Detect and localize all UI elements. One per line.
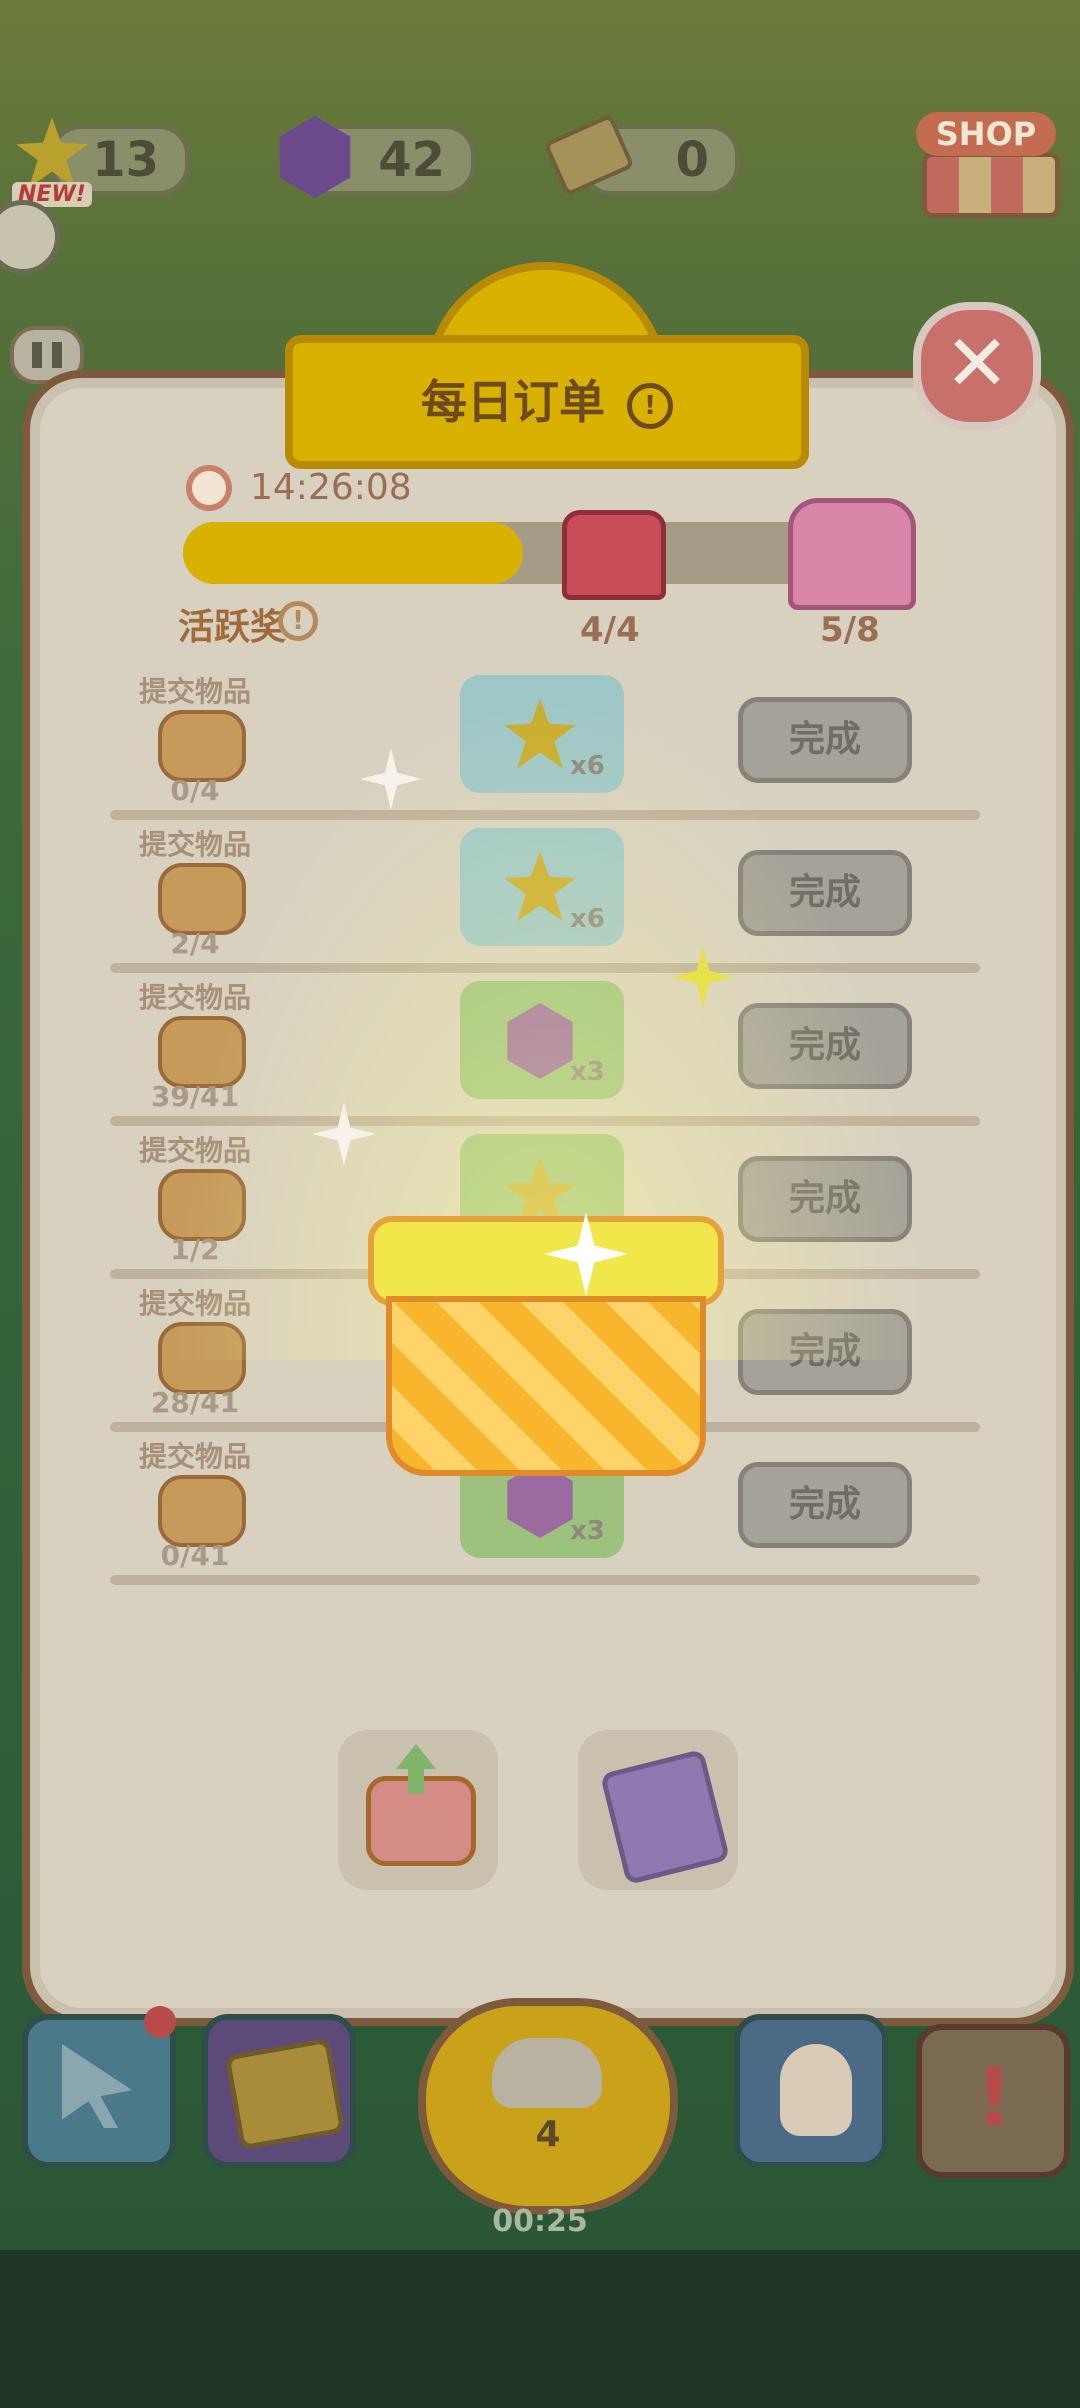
dialog-title: 每日订单: [420, 375, 605, 429]
chef-button[interactable]: [734, 2014, 888, 2168]
upgrade-cake-button[interactable]: [338, 1730, 498, 1890]
title-info-icon[interactable]: !: [627, 382, 673, 429]
dialog-title-banner: 每日订单 !: [285, 335, 809, 469]
produce-button[interactable]: 4: [418, 1998, 678, 2214]
gift-box-body: [386, 1296, 706, 1476]
notification-dot: [144, 2006, 176, 2038]
cursor-tool-button[interactable]: [22, 2014, 176, 2168]
produce-count: 4: [535, 2114, 561, 2155]
tasks-book-button[interactable]: [202, 2014, 356, 2168]
close-button[interactable]: ✕: [913, 302, 1041, 430]
countdown-timer: 14:26:08: [250, 467, 412, 508]
close-icon: ✕: [944, 319, 1010, 409]
activity-info-icon[interactable]: !: [278, 601, 318, 641]
pause-icon: [32, 342, 62, 368]
shop-button[interactable]: SHOP: [916, 112, 1060, 236]
dumpling-icon: [492, 2038, 602, 2108]
item-progress-count: 28/41: [150, 1386, 240, 1419]
recipe-book-icon: [599, 1748, 731, 1886]
shop-awning-icon: [922, 152, 1060, 218]
alert-button[interactable]: !: [916, 2024, 1070, 2178]
recipe-book-button[interactable]: [578, 1730, 738, 1890]
milestone-chest-2-icon[interactable]: [788, 498, 916, 610]
cursor-icon: [62, 2044, 132, 2128]
row-divider: [110, 1575, 980, 1585]
reward-multiplier: x3: [570, 1516, 605, 1546]
activity-progress-fill: [183, 522, 523, 584]
donut-icon: [158, 1475, 246, 1547]
submit-items-label: 提交物品: [138, 1440, 251, 1473]
reward-gift-box-icon: [368, 1212, 724, 1480]
chef-icon: [780, 2044, 852, 2136]
shop-label: SHOP: [916, 112, 1056, 156]
produce-timer: 00:25: [492, 2204, 588, 2239]
checklist-book-icon: [224, 2037, 346, 2151]
item-progress-count: 0/41: [160, 1539, 230, 1572]
gift-box-lid: [368, 1216, 724, 1306]
clock-icon: [186, 465, 232, 511]
activity-progress-bar: [183, 522, 863, 584]
complete-button[interactable]: 完成: [738, 1462, 912, 1548]
milestone-chest-1-icon[interactable]: [562, 510, 666, 600]
exclamation-icon: !: [975, 2051, 1013, 2144]
